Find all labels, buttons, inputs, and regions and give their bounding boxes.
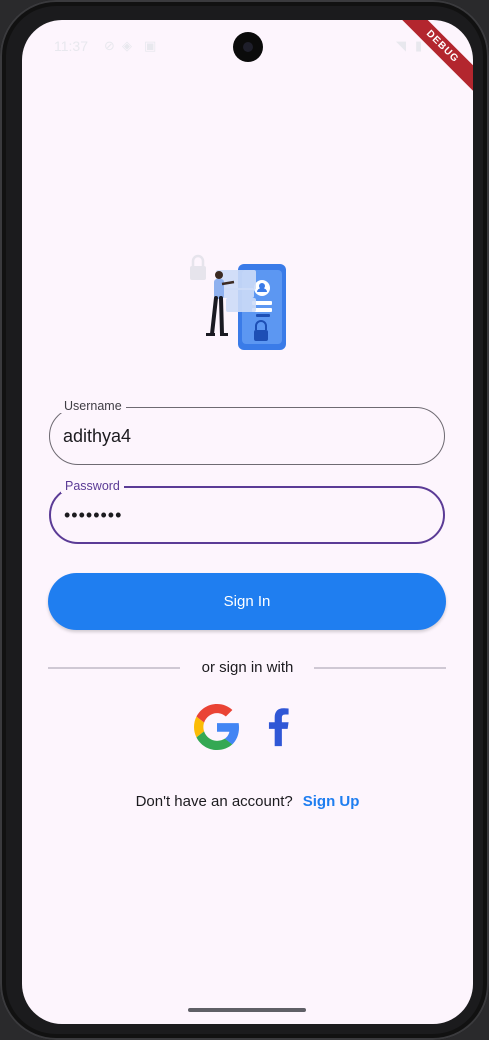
username-field[interactable]: Username adithya4: [49, 399, 445, 465]
phone-frame: 11:37 ⊘ ◈ ▣ ◥ ▮ DEBUG Username adithya4 …: [0, 0, 489, 1040]
status-time: 11:37: [54, 38, 88, 54]
facebook-icon[interactable]: [256, 704, 302, 750]
app-screen: 11:37 ⊘ ◈ ▣ ◥ ▮ DEBUG Username adithya4 …: [22, 20, 473, 1024]
login-illustration-icon: [190, 254, 286, 350]
shield-icon: ◈: [122, 38, 132, 53]
password-value: ••••••••: [64, 505, 123, 525]
google-icon[interactable]: [194, 704, 240, 750]
password-field[interactable]: Password ••••••••: [49, 479, 445, 544]
camera-cutout: [233, 32, 263, 62]
username-label: Username: [60, 399, 126, 413]
social-divider-text: or sign in with: [201, 659, 294, 676]
sim-icon: ▣: [144, 38, 157, 53]
signup-row: Don't have an account? Sign Up: [22, 793, 473, 810]
sign-in-button[interactable]: Sign In: [48, 573, 446, 630]
sign-up-link[interactable]: Sign Up: [303, 793, 360, 810]
do-not-disturb-icon: ⊘: [104, 38, 115, 53]
password-label: Password: [61, 479, 124, 493]
wifi-icon: ◥: [396, 38, 406, 53]
battery-icon: ▮: [415, 38, 423, 53]
home-indicator[interactable]: [188, 1008, 306, 1012]
username-value: adithya4: [63, 426, 132, 446]
signup-prompt: Don't have an account?: [135, 793, 293, 810]
debug-banner: DEBUG: [389, 20, 473, 100]
